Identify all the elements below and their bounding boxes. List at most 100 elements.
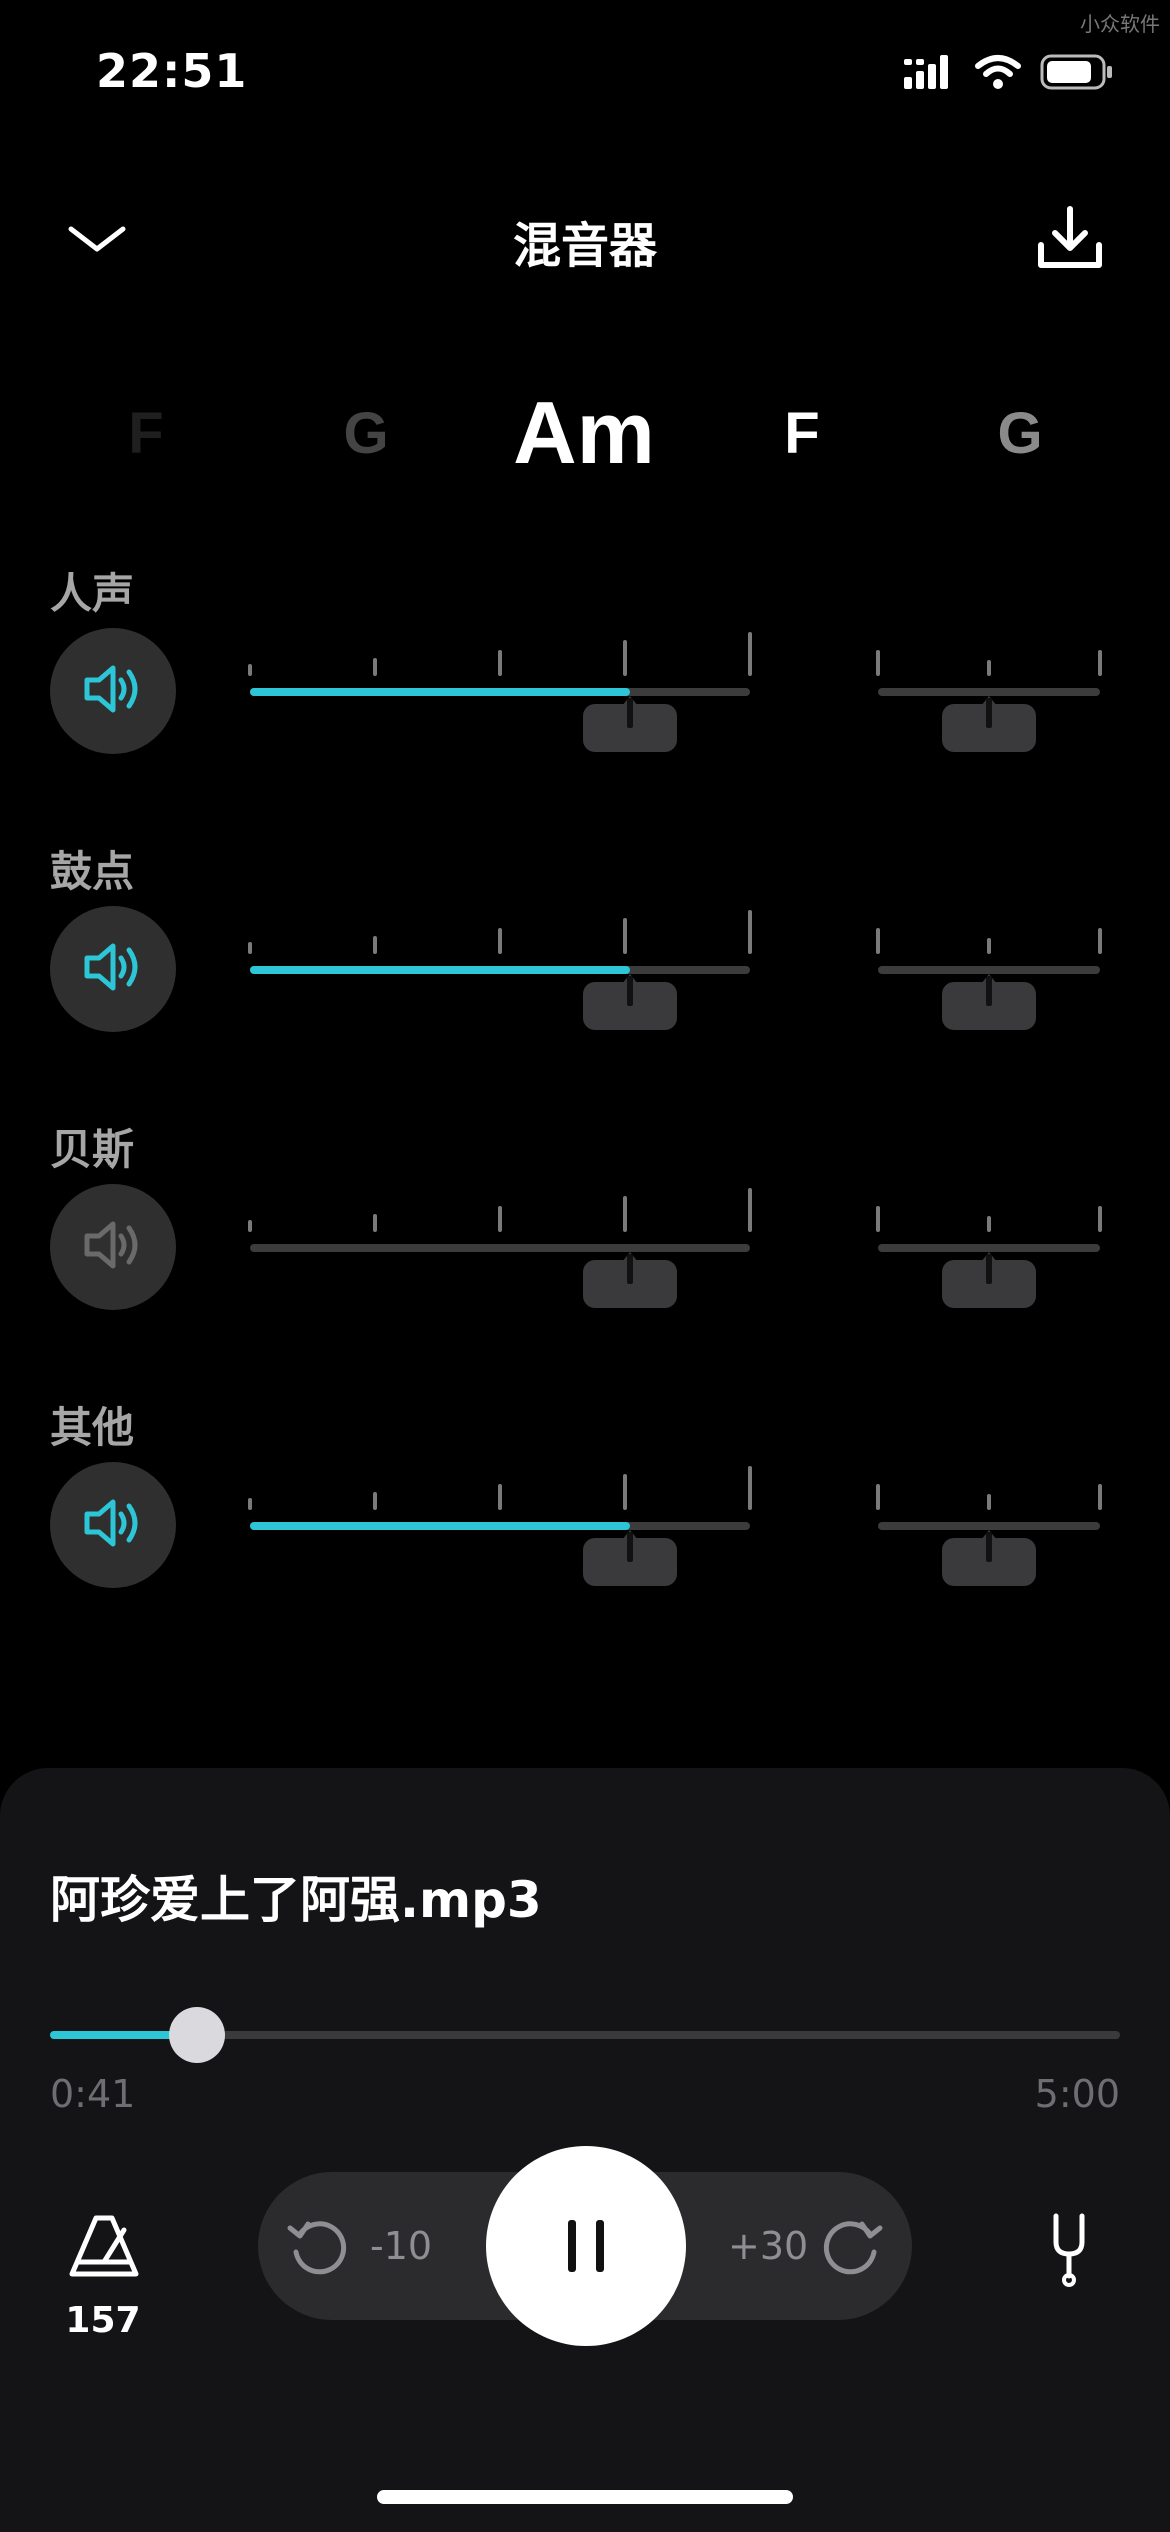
speaker-icon (81, 940, 145, 998)
tick-mark (987, 660, 991, 676)
volume-slider-fill (250, 1522, 630, 1530)
download-button[interactable] (1025, 193, 1115, 283)
mute-toggle-button[interactable] (50, 906, 176, 1032)
tuning-fork-icon (1053, 2213, 1085, 2287)
tick-mark (876, 1206, 880, 1232)
volume-slider-track (250, 1244, 750, 1252)
progress-thumb[interactable] (168, 2007, 225, 2063)
track-label: 其他 (50, 1403, 135, 1452)
tick-mark (876, 928, 880, 954)
forward-icon (823, 2221, 883, 2275)
mute-toggle-button[interactable] (50, 1184, 176, 1310)
tick-mark (623, 1474, 627, 1510)
rewind-button[interactable] (284, 2212, 354, 2282)
chord-past-1: G (343, 401, 389, 466)
tick-mark (876, 1484, 880, 1510)
pan-slider-thumb[interactable] (942, 1530, 1036, 1586)
speaker-icon (81, 662, 145, 720)
forward-label: +30 (728, 2224, 809, 2268)
pan-slider-thumb[interactable] (942, 1252, 1036, 1308)
status-icons (904, 50, 1114, 94)
tick-mark (373, 1214, 377, 1232)
chord-current: Am (513, 383, 655, 482)
track-label: 鼓点 (50, 847, 135, 896)
pan-slider-track (878, 1522, 1100, 1530)
tick-mark (498, 1484, 502, 1510)
pan-slider[interactable] (876, 1172, 1102, 1312)
tick-mark (623, 918, 627, 954)
tick-mark (987, 938, 991, 954)
mute-toggle-button[interactable] (50, 628, 176, 754)
status-time: 22:51 (96, 44, 248, 98)
tick-mark (498, 1206, 502, 1232)
mute-toggle-button[interactable] (50, 1462, 176, 1588)
volume-slider[interactable] (248, 1450, 752, 1590)
current-time: 0:41 (50, 2072, 136, 2116)
volume-slider-fill (250, 966, 630, 974)
tick-mark (1098, 1206, 1102, 1232)
metronome-icon (69, 2215, 139, 2277)
tick-mark (1098, 928, 1102, 954)
chord-next-2: G (997, 401, 1043, 466)
volume-slider-ticks (248, 894, 752, 954)
track-label: 人声 (50, 569, 135, 618)
volume-slider-ticks (248, 1450, 752, 1510)
tick-mark (876, 650, 880, 676)
forward-button[interactable] (816, 2212, 886, 2282)
bpm-value: 157 (65, 2300, 141, 2341)
tick-mark (623, 1196, 627, 1232)
tick-mark (987, 1216, 991, 1232)
tick-mark (373, 1492, 377, 1510)
volume-slider[interactable] (248, 894, 752, 1034)
speaker-muted-icon (81, 1218, 145, 1276)
speaker-icon (81, 1496, 145, 1554)
tick-mark (748, 1188, 752, 1232)
pan-slider-ticks (876, 616, 1102, 676)
volume-slider-thumb[interactable] (583, 696, 677, 752)
tick-mark (748, 1466, 752, 1510)
pan-slider-track (878, 688, 1100, 696)
volume-slider-thumb[interactable] (583, 1252, 677, 1308)
pause-icon (568, 2220, 604, 2272)
tick-mark (248, 664, 252, 676)
volume-slider[interactable] (248, 1172, 752, 1312)
rewind-label: -10 (370, 2224, 433, 2268)
pan-slider-thumb[interactable] (942, 974, 1036, 1030)
volume-slider-ticks (248, 1172, 752, 1232)
tick-mark (248, 1498, 252, 1510)
tuner-button[interactable] (1044, 2212, 1094, 2288)
watermark: 小众软件 (1080, 12, 1160, 36)
metronome-button[interactable] (66, 2212, 142, 2282)
pan-slider[interactable] (876, 1450, 1102, 1590)
volume-slider-ticks (248, 616, 752, 676)
volume-slider-thumb[interactable] (583, 1530, 677, 1586)
pan-slider[interactable] (876, 894, 1102, 1034)
pan-slider-ticks (876, 1450, 1102, 1510)
chord-next-1: F (784, 401, 820, 466)
home-indicator (377, 2490, 793, 2504)
tick-mark (1098, 650, 1102, 676)
total-time: 5:00 (1034, 2072, 1120, 2116)
tick-mark (748, 910, 752, 954)
pan-slider-ticks (876, 1172, 1102, 1232)
volume-slider[interactable] (248, 616, 752, 756)
page-title: 混音器 (512, 218, 657, 274)
volume-slider-thumb[interactable] (583, 974, 677, 1030)
tick-mark (987, 1494, 991, 1510)
pan-slider[interactable] (876, 616, 1102, 756)
tick-mark (623, 640, 627, 676)
tick-mark (748, 632, 752, 676)
rewind-icon (287, 2221, 347, 2275)
tick-mark (248, 1220, 252, 1232)
pan-slider-track (878, 1244, 1100, 1252)
tick-mark (1098, 1484, 1102, 1510)
tick-mark (373, 658, 377, 676)
chord-strip: F G Am F G (0, 370, 1170, 490)
pause-button[interactable] (486, 2146, 686, 2346)
cellular-signal-icon (904, 55, 948, 89)
download-icon (1038, 206, 1102, 268)
volume-slider-fill (250, 688, 630, 696)
chord-past-2: F (128, 401, 164, 466)
pan-slider-thumb[interactable] (942, 696, 1036, 752)
tick-mark (498, 650, 502, 676)
